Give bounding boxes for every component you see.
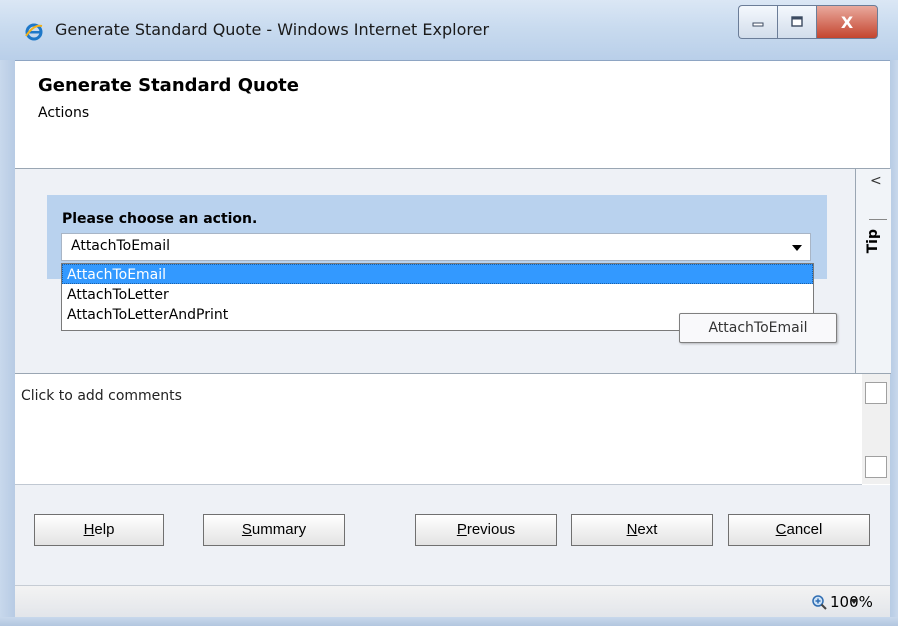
next-button[interactable]: Next [571, 514, 713, 546]
previous-button[interactable]: Previous [415, 514, 557, 546]
summary-button[interactable]: Summary [203, 514, 345, 546]
window-title-bar[interactable]: Generate Standard Quote - Windows Intern… [0, 0, 898, 61]
cancel-label: ancel [786, 521, 823, 538]
dropdown-option[interactable]: AttachToLetter [62, 284, 813, 304]
previous-mnemonic: P [456, 521, 467, 538]
summary-mnemonic: S [241, 521, 252, 538]
summary-label: ummary [251, 521, 307, 538]
help-button[interactable]: Help [34, 514, 164, 546]
next-label: ext [637, 521, 658, 538]
page-title: Generate Standard Quote [38, 75, 299, 96]
scroll-up-button[interactable] [865, 382, 887, 404]
tip-panel[interactable]: < Tip [855, 169, 891, 374]
maximize-icon [791, 16, 803, 27]
zoom-control[interactable]: 100% [812, 593, 873, 611]
help-label: elp [94, 521, 115, 538]
previous-label: revious [466, 521, 516, 538]
zoom-dropdown-icon[interactable] [850, 599, 858, 604]
tip-label[interactable]: Tip [865, 229, 881, 253]
window-frame-left [0, 60, 15, 626]
close-button[interactable]: X [816, 5, 878, 39]
comments-field[interactable]: Click to add comments [15, 374, 862, 485]
page-subtitle: Actions [38, 105, 90, 121]
option-tooltip: AttachToEmail [679, 313, 837, 343]
window-frame-bottom [0, 617, 898, 626]
action-select[interactable]: AttachToEmail [61, 233, 811, 261]
help-mnemonic: H [83, 521, 95, 538]
dropdown-option[interactable]: AttachToEmail [62, 264, 813, 284]
action-label: Please choose an action. [62, 211, 258, 227]
button-bar: Help Summary Previous Next Cancel [15, 485, 890, 585]
comments-placeholder: Click to add comments [21, 388, 182, 404]
window-frame-right [890, 60, 898, 626]
next-mnemonic: N [626, 521, 638, 538]
minimize-button[interactable] [738, 5, 777, 39]
dialog-header: Generate Standard Quote Actions [15, 61, 890, 169]
maximize-button[interactable] [777, 5, 816, 39]
cancel-mnemonic: C [775, 521, 787, 538]
tip-divider [869, 219, 887, 220]
chevron-down-icon[interactable] [792, 245, 802, 251]
close-icon: X [840, 12, 854, 32]
minimize-icon [752, 22, 764, 27]
window-controls: X [738, 5, 878, 41]
zoom-icon [812, 594, 827, 610]
scroll-down-button[interactable] [865, 456, 887, 478]
window-title: Generate Standard Quote - Windows Intern… [55, 20, 490, 39]
action-select-value: AttachToEmail [71, 238, 171, 254]
ie-icon [25, 23, 43, 41]
comments-scrollbar[interactable] [862, 374, 890, 484]
status-bar: 100% [15, 585, 890, 618]
cancel-button[interactable]: Cancel [728, 514, 870, 546]
chevron-left-icon[interactable]: < [870, 173, 882, 189]
